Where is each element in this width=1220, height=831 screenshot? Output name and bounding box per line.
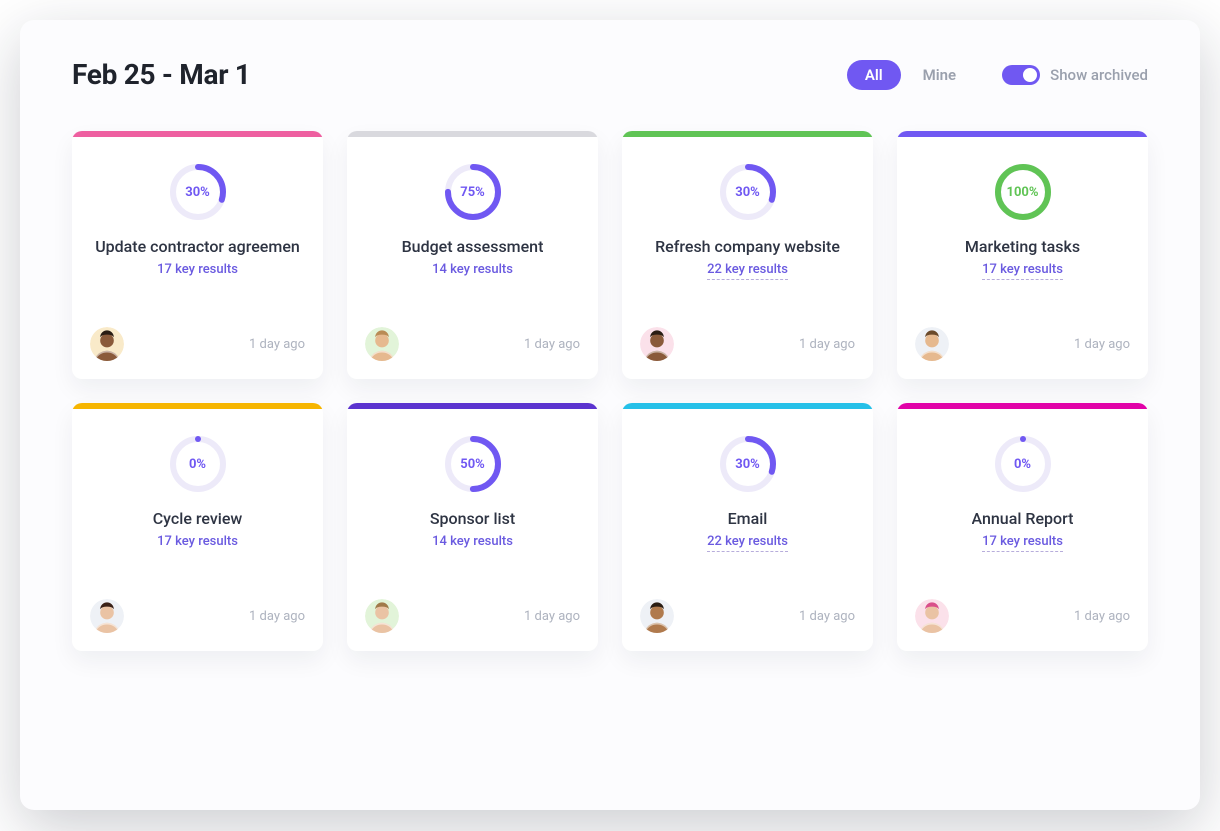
- progress-donut: 50%: [444, 435, 502, 493]
- card-body: 30% Email 22 key results: [622, 409, 873, 599]
- progress-label: 75%: [444, 163, 502, 221]
- card-footer: 1 day ago: [347, 599, 598, 651]
- progress-donut: 30%: [719, 435, 777, 493]
- card-body: 100% Marketing tasks 17 key results: [897, 137, 1148, 327]
- card-footer: 1 day ago: [897, 327, 1148, 379]
- goal-card[interactable]: 30% Update contractor agreemen 17 key re…: [72, 131, 323, 379]
- card-footer: 1 day ago: [622, 599, 873, 651]
- card-body: 30% Refresh company website 22 key resul…: [622, 137, 873, 327]
- card-title: Email: [728, 509, 768, 528]
- card-footer: 1 day ago: [897, 599, 1148, 651]
- filter-segmented-control: All Mine: [847, 60, 974, 90]
- card-footer: 1 day ago: [622, 327, 873, 379]
- goal-card[interactable]: 100% Marketing tasks 17 key results 1 da…: [897, 131, 1148, 379]
- card-title: Refresh company website: [655, 237, 840, 256]
- progress-donut: 75%: [444, 163, 502, 221]
- card-title: Budget assessment: [402, 237, 544, 256]
- card-title: Marketing tasks: [965, 237, 1080, 256]
- card-timestamp: 1 day ago: [799, 609, 855, 624]
- card-timestamp: 1 day ago: [524, 337, 580, 352]
- owner-avatar[interactable]: [90, 599, 124, 633]
- show-archived-switch[interactable]: [1002, 65, 1040, 85]
- goal-card[interactable]: 75% Budget assessment 14 key results 1 d…: [347, 131, 598, 379]
- goal-card[interactable]: 0% Annual Report 17 key results 1 day ag…: [897, 403, 1148, 651]
- card-body: 75% Budget assessment 14 key results: [347, 137, 598, 327]
- progress-donut: 0%: [169, 435, 227, 493]
- card-body: 30% Update contractor agreemen 17 key re…: [72, 137, 323, 327]
- progress-label: 30%: [719, 163, 777, 221]
- card-footer: 1 day ago: [72, 599, 323, 651]
- key-results-link[interactable]: 22 key results: [707, 262, 788, 280]
- owner-avatar[interactable]: [365, 327, 399, 361]
- progress-label: 30%: [719, 435, 777, 493]
- goal-card[interactable]: 50% Sponsor list 14 key results 1 day ag…: [347, 403, 598, 651]
- card-body: 0% Annual Report 17 key results: [897, 409, 1148, 599]
- date-range-title: Feb 25 - Mar 1: [72, 58, 251, 91]
- card-footer: 1 day ago: [72, 327, 323, 379]
- owner-avatar[interactable]: [90, 327, 124, 361]
- key-results-link[interactable]: 22 key results: [707, 534, 788, 552]
- owner-avatar[interactable]: [640, 327, 674, 361]
- progress-donut: 30%: [169, 163, 227, 221]
- dashboard-panel: Feb 25 - Mar 1 All Mine Show archived 30…: [20, 20, 1200, 810]
- key-results-link[interactable]: 17 key results: [982, 534, 1063, 552]
- card-footer: 1 day ago: [347, 327, 598, 379]
- card-body: 50% Sponsor list 14 key results: [347, 409, 598, 599]
- card-title: Cycle review: [153, 509, 243, 528]
- header-controls: All Mine Show archived: [847, 60, 1148, 90]
- progress-donut: 100%: [994, 163, 1052, 221]
- key-results-link[interactable]: 17 key results: [157, 262, 238, 277]
- key-results-link[interactable]: 17 key results: [157, 534, 238, 549]
- owner-avatar[interactable]: [915, 599, 949, 633]
- card-title: Sponsor list: [430, 509, 515, 528]
- card-title: Update contractor agreemen: [95, 237, 300, 256]
- goal-card[interactable]: 0% Cycle review 17 key results 1 day ago: [72, 403, 323, 651]
- filter-all-button[interactable]: All: [847, 60, 901, 90]
- card-timestamp: 1 day ago: [1074, 609, 1130, 624]
- key-results-link[interactable]: 14 key results: [432, 262, 513, 277]
- archived-toggle-group: Show archived: [1002, 65, 1148, 85]
- owner-avatar[interactable]: [640, 599, 674, 633]
- filter-mine-button[interactable]: Mine: [905, 60, 974, 90]
- progress-label: 50%: [444, 435, 502, 493]
- progress-donut: 30%: [719, 163, 777, 221]
- card-timestamp: 1 day ago: [249, 337, 305, 352]
- progress-label: 100%: [994, 163, 1052, 221]
- card-timestamp: 1 day ago: [799, 337, 855, 352]
- progress-label: 0%: [994, 435, 1052, 493]
- card-timestamp: 1 day ago: [1074, 337, 1130, 352]
- card-timestamp: 1 day ago: [249, 609, 305, 624]
- key-results-link[interactable]: 17 key results: [982, 262, 1063, 280]
- cards-grid: 30% Update contractor agreemen 17 key re…: [72, 131, 1148, 651]
- goal-card[interactable]: 30% Refresh company website 22 key resul…: [622, 131, 873, 379]
- card-timestamp: 1 day ago: [524, 609, 580, 624]
- key-results-link[interactable]: 14 key results: [432, 534, 513, 549]
- owner-avatar[interactable]: [915, 327, 949, 361]
- owner-avatar[interactable]: [365, 599, 399, 633]
- progress-donut: 0%: [994, 435, 1052, 493]
- header: Feb 25 - Mar 1 All Mine Show archived: [72, 58, 1148, 91]
- show-archived-label: Show archived: [1050, 66, 1148, 84]
- card-body: 0% Cycle review 17 key results: [72, 409, 323, 599]
- progress-label: 0%: [169, 435, 227, 493]
- goal-card[interactable]: 30% Email 22 key results 1 day ago: [622, 403, 873, 651]
- progress-label: 30%: [169, 163, 227, 221]
- card-title: Annual Report: [972, 509, 1074, 528]
